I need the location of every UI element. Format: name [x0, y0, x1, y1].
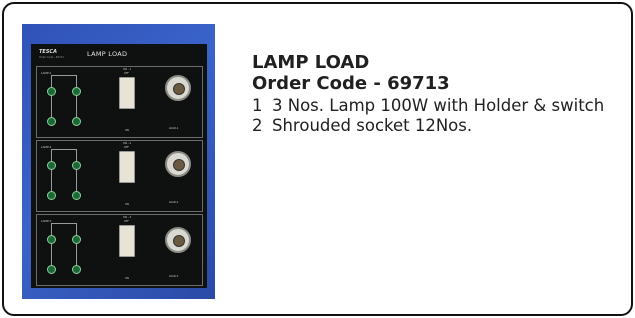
wire [76, 223, 77, 269]
switch-label: SW - 3 [123, 216, 132, 219]
switch-on-label: ON [125, 129, 129, 132]
wire [51, 149, 52, 195]
wire [51, 75, 77, 76]
wire [51, 223, 77, 224]
lamp-label: LOAD-2 [169, 201, 179, 204]
wire [51, 223, 52, 269]
socket[interactable] [72, 117, 81, 126]
product-card: TESCA Order Code - 69713 LAMP LOAD LAMP-… [2, 2, 633, 316]
lamp-switch[interactable] [119, 77, 135, 109]
lamp-holder [165, 227, 191, 253]
panel-logo: TESCA [39, 49, 57, 55]
feature-list: 1 3 Nos. Lamp 100W with Holder & switch … [252, 96, 607, 136]
lamp-load-panel: TESCA Order Code - 69713 LAMP LOAD LAMP-… [31, 44, 207, 288]
socket[interactable] [47, 191, 56, 200]
socket[interactable] [72, 235, 81, 244]
socket[interactable] [72, 191, 81, 200]
product-description: LAMP LOAD Order Code - 69713 1 3 Nos. La… [252, 52, 607, 136]
socket[interactable] [72, 265, 81, 274]
socket[interactable] [47, 265, 56, 274]
panel-title: LAMP LOAD [87, 50, 128, 58]
list-item-text: Shrouded socket 12Nos. [272, 116, 473, 135]
socket[interactable] [47, 117, 56, 126]
section-label: LAMP-2 [41, 145, 52, 149]
switch-on-label: ON [125, 277, 129, 280]
lamp-label: LOAD-1 [169, 127, 179, 130]
switch-on-label: ON [125, 203, 129, 206]
socket[interactable] [47, 235, 56, 244]
product-photo: TESCA Order Code - 69713 LAMP LOAD LAMP-… [22, 24, 215, 299]
product-title: LAMP LOAD [252, 52, 370, 73]
wire [51, 75, 52, 121]
switch-off-label: OFF [124, 220, 129, 223]
list-item: 1 3 Nos. Lamp 100W with Holder & switch [252, 96, 607, 116]
socket[interactable] [72, 87, 81, 96]
wire [76, 75, 77, 121]
panel-section-2: LAMP-2 SW - 2 OFF ON LOAD-2 [36, 140, 203, 212]
lamp-label: LOAD-3 [169, 275, 179, 278]
socket[interactable] [47, 87, 56, 96]
panel-subtitle: Order Code - 69713 [39, 56, 64, 59]
switch-off-label: OFF [124, 72, 129, 75]
wire [76, 149, 77, 195]
section-label: LAMP-3 [41, 219, 52, 223]
switch-off-label: OFF [124, 146, 129, 149]
lamp-switch[interactable] [119, 225, 135, 257]
wire [51, 149, 77, 150]
order-code: Order Code - 69713 [252, 73, 450, 94]
socket[interactable] [47, 161, 56, 170]
lamp-switch[interactable] [119, 151, 135, 183]
lamp-holder [165, 75, 191, 101]
switch-label: SW - 1 [123, 68, 132, 71]
panel-section-3: LAMP-3 SW - 3 OFF ON LOAD-3 [36, 214, 203, 286]
switch-label: SW - 2 [123, 142, 132, 145]
socket[interactable] [72, 161, 81, 170]
lamp-holder [165, 151, 191, 177]
list-item-number: 2 [252, 116, 263, 135]
list-item-text: 3 Nos. Lamp 100W with Holder & switch [272, 96, 605, 115]
section-label: LAMP-1 [41, 71, 52, 75]
panel-section-1: LAMP-1 SW - 1 OFF ON LOAD-1 [36, 66, 203, 138]
list-item-number: 1 [252, 96, 263, 115]
list-item: 2 Shrouded socket 12Nos. [252, 116, 607, 136]
